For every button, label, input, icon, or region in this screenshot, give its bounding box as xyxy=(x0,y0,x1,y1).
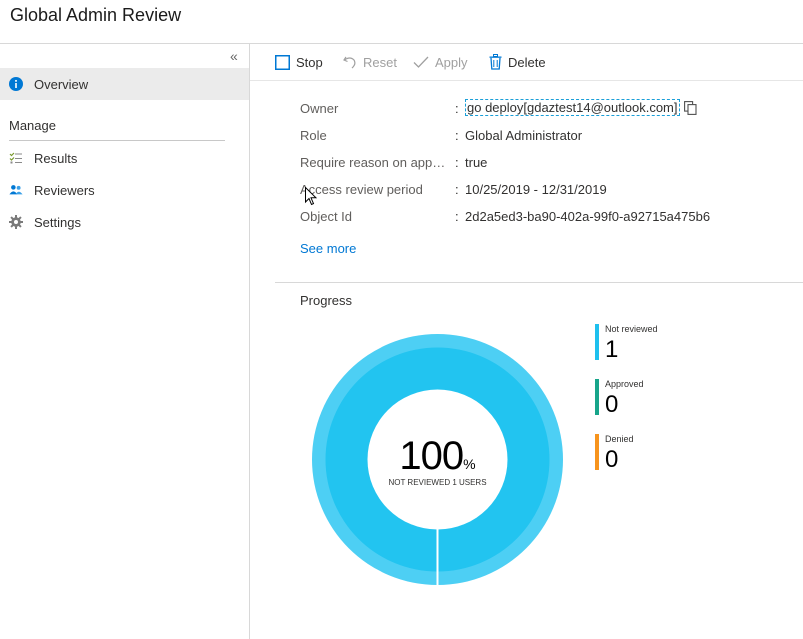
stop-label: Stop xyxy=(296,54,323,70)
sidebar-item-overview[interactable]: Overview xyxy=(0,68,249,100)
checkmark-icon xyxy=(413,55,429,69)
colon: : xyxy=(455,209,459,224)
colon: : xyxy=(455,128,459,143)
sidebar-item-settings[interactable]: Settings xyxy=(0,206,249,238)
apply-button[interactable]: Apply xyxy=(413,44,468,80)
section-label-manage: Manage xyxy=(9,118,56,133)
legend-name: Approved xyxy=(605,379,644,389)
owner-link[interactable]: go deploy[gdaztest14@outlook.com] xyxy=(465,99,680,116)
legend-color-bar xyxy=(595,434,599,470)
sidebar-item-reviewers[interactable]: Reviewers xyxy=(0,174,249,206)
legend-color-bar xyxy=(595,324,599,360)
copy-icon[interactable] xyxy=(684,101,697,120)
object-id-label: Object Id xyxy=(300,209,353,224)
delete-label: Delete xyxy=(508,54,546,70)
page-title: Global Admin Review xyxy=(10,5,182,25)
legend-value: 0 xyxy=(605,391,619,418)
undo-icon xyxy=(343,55,357,69)
sidebar: « Overview Manage Results Reviewers Sett… xyxy=(0,44,250,639)
donut-center-label: NOT REVIEWED 1 USERS xyxy=(388,478,487,487)
colon: : xyxy=(455,155,459,170)
trash-icon xyxy=(489,54,502,70)
sidebar-item-label: Reviewers xyxy=(34,182,95,198)
legend-value: 1 xyxy=(605,336,619,363)
gear-icon xyxy=(9,215,23,229)
reset-label: Reset xyxy=(363,54,397,70)
stop-icon xyxy=(275,54,290,70)
sidebar-item-results[interactable]: Results xyxy=(0,142,249,174)
colon: : xyxy=(455,182,459,197)
reset-button[interactable]: Reset xyxy=(343,44,397,80)
sidebar-item-label: Results xyxy=(34,150,78,166)
object-id-value: 2d2a5ed3-ba90-402a-99f0-a92715a475b6 xyxy=(465,209,711,224)
collapse-sidebar-button[interactable]: « xyxy=(230,48,238,64)
colon: : xyxy=(455,101,459,116)
legend-color-bar xyxy=(595,379,599,415)
mouse-cursor-icon xyxy=(305,187,317,206)
legend-name: Not reviewed xyxy=(605,324,658,334)
sidebar-item-label: Overview xyxy=(34,76,89,92)
percent-sign: % xyxy=(463,456,476,472)
require-reason-label: Require reason on approval xyxy=(300,155,448,170)
review-period-label: Access review period xyxy=(300,182,423,197)
percent-value: 100 xyxy=(399,434,464,478)
section-divider xyxy=(275,282,803,283)
checklist-icon xyxy=(9,151,23,165)
info-icon xyxy=(9,77,23,91)
review-period-value: 10/25/2019 - 12/31/2019 xyxy=(465,182,607,197)
command-bar: Stop Reset Apply Delete xyxy=(250,44,803,81)
require-reason-value: true xyxy=(465,155,488,170)
apply-label: Apply xyxy=(435,54,468,70)
donut-center-value: 100% xyxy=(312,434,563,479)
stop-button[interactable]: Stop xyxy=(275,44,323,80)
see-more-link[interactable]: See more xyxy=(300,241,356,256)
delete-button[interactable]: Delete xyxy=(489,44,546,80)
role-value: Global Administrator xyxy=(465,128,583,143)
legend-name: Denied xyxy=(605,434,634,444)
section-divider xyxy=(9,140,225,141)
owner-label: Owner xyxy=(300,101,339,116)
people-icon xyxy=(9,183,23,197)
progress-title: Progress xyxy=(300,293,353,308)
sidebar-item-label: Settings xyxy=(34,214,81,230)
legend-value: 0 xyxy=(605,446,619,473)
role-label: Role xyxy=(300,128,327,143)
owner-value[interactable]: go deploy[gdaztest14@outlook.com] xyxy=(465,99,680,116)
